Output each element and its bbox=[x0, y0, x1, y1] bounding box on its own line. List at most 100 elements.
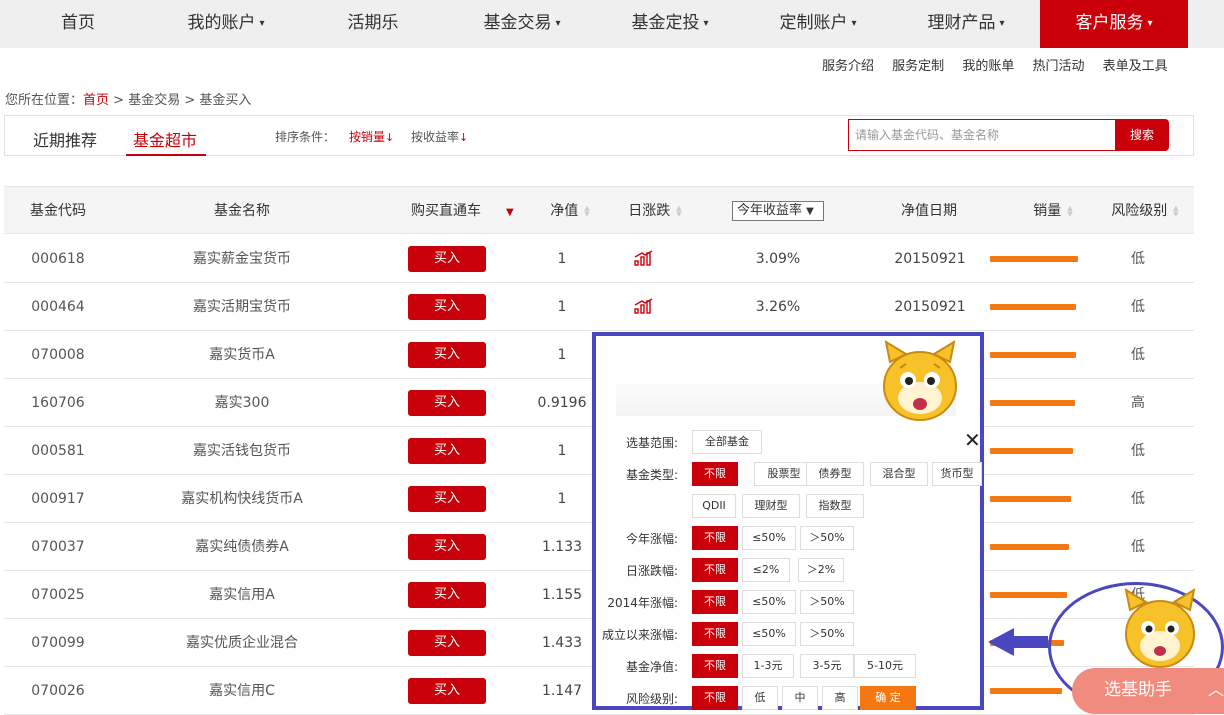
header-label: 风险级别 bbox=[1111, 203, 1168, 219]
th-sales[interactable]: 销量 ▲ ▼ bbox=[1012, 187, 1094, 235]
fund-name[interactable]: 嘉实薪金宝货币 bbox=[152, 235, 332, 283]
confirm-button[interactable]: 确 定 bbox=[860, 686, 916, 710]
nav-item-custom-account[interactable]: 定制账户 ▾ bbox=[762, 0, 874, 48]
nav-item-fund-trade[interactable]: 基金交易 ▾ bbox=[466, 0, 578, 48]
filter-option[interactable]: ≤50% bbox=[742, 622, 796, 646]
breadcrumb: 您所在位置：首页 > 基金交易 > 基金买入 bbox=[5, 89, 251, 108]
trend-chart-icon[interactable] bbox=[634, 298, 654, 314]
filter-option[interactable]: 3-5元 bbox=[800, 654, 854, 678]
filter-option[interactable]: 指数型 bbox=[806, 494, 864, 518]
fund-risk: 高 bbox=[1131, 395, 1145, 411]
filter-option[interactable]: ＞50% bbox=[800, 590, 854, 614]
filter-option[interactable]: 高 bbox=[822, 686, 858, 710]
filter-option[interactable]: 货币型 bbox=[932, 462, 982, 486]
filter-option[interactable]: 全部基金 bbox=[692, 430, 762, 454]
filter-option[interactable]: ≤50% bbox=[742, 526, 796, 550]
th-nav[interactable]: 净值 ▲ ▼ bbox=[534, 187, 606, 235]
fund-picker-helper-button[interactable]: 选基助手 ︿ bbox=[1072, 668, 1224, 714]
buy-button[interactable]: 买入 bbox=[408, 390, 486, 416]
filter-option[interactable]: 混合型 bbox=[870, 462, 928, 486]
yield-period-select[interactable]: 今年收益率 ▼ bbox=[732, 201, 824, 221]
fund-code[interactable]: 000618 bbox=[12, 235, 104, 283]
breadcrumb-home[interactable]: 首页 bbox=[83, 93, 109, 108]
fund-name[interactable]: 嘉实活钱包货币 bbox=[152, 427, 332, 475]
filter-option[interactable]: 1-3元 bbox=[742, 654, 794, 678]
fund-code[interactable]: 070037 bbox=[12, 523, 104, 571]
search-button[interactable]: 搜索 bbox=[1115, 119, 1169, 151]
filter-option[interactable]: ＞50% bbox=[800, 526, 854, 550]
buy-button[interactable]: 买入 bbox=[408, 486, 486, 512]
subnav-my-bill[interactable]: 我的账单 bbox=[962, 59, 1014, 74]
sales-bar bbox=[990, 688, 1062, 694]
filter-option[interactable]: 不限 bbox=[692, 654, 738, 678]
fund-risk: 低 bbox=[1131, 491, 1145, 507]
th-daily-change[interactable]: 日涨跌 ▲ ▼ bbox=[616, 187, 694, 235]
nav-item-my-account[interactable]: 我的账户 ▾ bbox=[170, 0, 282, 48]
buy-button[interactable]: 买入 bbox=[408, 630, 486, 656]
nav-item-wealth-products[interactable]: 理财产品 ▾ bbox=[910, 0, 1022, 48]
filter-option[interactable]: 低 bbox=[742, 686, 778, 710]
fund-name[interactable]: 嘉实信用C bbox=[152, 667, 332, 715]
nav-item-customer-service[interactable]: 客户服务 ▾ bbox=[1040, 0, 1188, 48]
sort-by-sales[interactable]: 按销量↓ bbox=[349, 128, 394, 145]
breadcrumb-fund-trade[interactable]: 基金交易 bbox=[128, 93, 180, 108]
fund-name[interactable]: 嘉实纯债债券A bbox=[152, 523, 332, 571]
fund-code[interactable]: 000917 bbox=[12, 475, 104, 523]
fund-code[interactable]: 070026 bbox=[12, 667, 104, 715]
filter-option[interactable]: QDII bbox=[692, 494, 736, 518]
filter-option[interactable]: 不限 bbox=[692, 686, 738, 710]
subnav-service-intro[interactable]: 服务介绍 bbox=[822, 59, 874, 74]
subnav-forms-tools[interactable]: 表单及工具 bbox=[1103, 59, 1168, 74]
fund-code[interactable]: 000581 bbox=[12, 427, 104, 475]
filter-option[interactable]: ＞2% bbox=[798, 558, 844, 582]
fund-name[interactable]: 嘉实优质企业混合 bbox=[152, 619, 332, 667]
arrow-down-icon: ↓ bbox=[459, 131, 469, 144]
fund-search-input[interactable]: 请输入基金代码、基金名称 bbox=[848, 119, 1116, 151]
filter-option[interactable]: ≤2% bbox=[742, 558, 790, 582]
filter-option[interactable]: 中 bbox=[782, 686, 818, 710]
fund-code[interactable]: 070025 bbox=[12, 571, 104, 619]
trend-chart-icon[interactable] bbox=[634, 250, 654, 266]
buy-button[interactable]: 买入 bbox=[408, 342, 486, 368]
filter-option[interactable]: 不限 bbox=[692, 590, 738, 614]
filter-option[interactable]: 不限 bbox=[692, 462, 738, 486]
sort-desc-icon[interactable]: ▼ bbox=[506, 207, 514, 218]
buy-button[interactable]: 买入 bbox=[408, 678, 486, 704]
filter-option[interactable]: 不限 bbox=[692, 526, 738, 550]
caret-down-icon: ▾ bbox=[1147, 18, 1153, 29]
fund-code[interactable]: 070008 bbox=[12, 331, 104, 379]
buy-button[interactable]: 买入 bbox=[408, 582, 486, 608]
fund-code[interactable]: 000464 bbox=[12, 283, 104, 331]
filter-option[interactable]: 5-10元 bbox=[854, 654, 916, 678]
buy-button[interactable]: 买入 bbox=[408, 534, 486, 560]
fund-code[interactable]: 160706 bbox=[12, 379, 104, 427]
nav-item-home[interactable]: 首页 bbox=[30, 0, 126, 48]
filter-option[interactable]: 不限 bbox=[692, 622, 738, 646]
filter-option[interactable]: 债券型 bbox=[806, 462, 864, 486]
nav-item-fund-auto-invest[interactable]: 基金定投 ▾ bbox=[614, 0, 726, 48]
tab-recent-recommend[interactable]: 近期推荐 bbox=[33, 127, 97, 151]
fund-code[interactable]: 070099 bbox=[12, 619, 104, 667]
th-risk[interactable]: 风险级别 ▲ ▼ bbox=[1102, 187, 1188, 235]
filter-option[interactable]: ≤50% bbox=[742, 590, 796, 614]
subnav-hot-events[interactable]: 热门活动 bbox=[1032, 59, 1084, 74]
filter-option[interactable]: 股票型 bbox=[754, 462, 814, 486]
filter-option[interactable]: 理财型 bbox=[742, 494, 800, 518]
buy-button[interactable]: 买入 bbox=[408, 438, 486, 464]
fund-tab-bar: 近期推荐 基金超市 排序条件： 按销量↓ 按收益率↓ 请输入基金代码、基金名称 … bbox=[4, 115, 1194, 156]
buy-button[interactable]: 买入 bbox=[408, 294, 486, 320]
fund-name[interactable]: 嘉实机构快线货币A bbox=[152, 475, 332, 523]
fund-name[interactable]: 嘉实信用A bbox=[152, 571, 332, 619]
fund-name[interactable]: 嘉实货币A bbox=[152, 331, 332, 379]
header-label: 销量 bbox=[1033, 203, 1062, 219]
filter-option[interactable]: ＞50% bbox=[800, 622, 854, 646]
filter-option[interactable]: 不限 bbox=[692, 558, 738, 582]
tab-fund-supermarket[interactable]: 基金超市 bbox=[133, 127, 197, 151]
subnav-service-custom[interactable]: 服务定制 bbox=[892, 59, 944, 74]
sort-by-yield[interactable]: 按收益率↓ bbox=[411, 128, 468, 145]
fund-name[interactable]: 嘉实300 bbox=[152, 379, 332, 427]
nav-item-huoqile[interactable]: 活期乐 bbox=[325, 0, 421, 48]
close-icon[interactable]: ✕ bbox=[964, 428, 981, 452]
buy-button[interactable]: 买入 bbox=[408, 246, 486, 272]
fund-name[interactable]: 嘉实活期宝货币 bbox=[152, 283, 332, 331]
